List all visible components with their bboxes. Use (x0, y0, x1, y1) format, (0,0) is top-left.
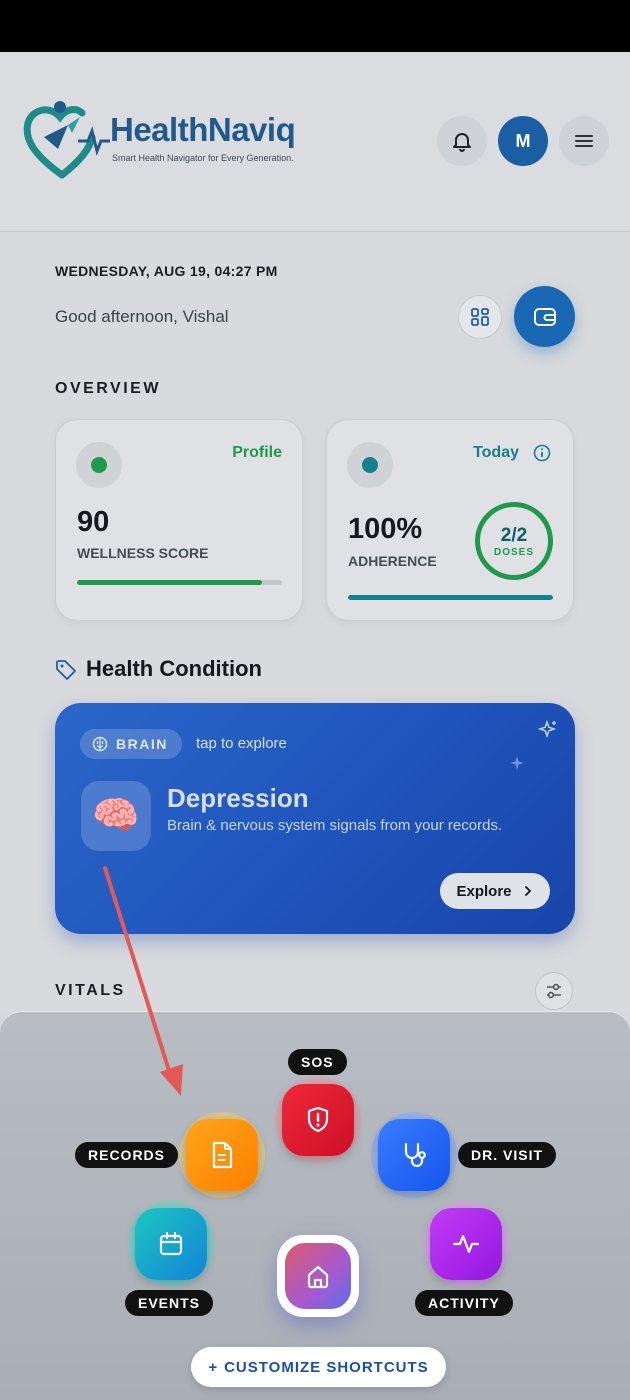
condition-name: Depression (167, 783, 309, 813)
bell-icon (453, 133, 471, 152)
plus-icon: + (208, 1358, 219, 1376)
sliders-icon (547, 983, 561, 999)
brand-name-part2: Naviq (207, 111, 296, 148)
brand-tagline: Smart Health Navigator for Every Generat… (112, 153, 294, 163)
hamburger-icon (575, 135, 593, 147)
activity-label: ACTIVITY (415, 1290, 513, 1316)
category-chip-label: BRAIN (116, 736, 168, 752)
dr-visit-label: DR. VISIT (458, 1142, 557, 1168)
app-header: HealthNaviq Smart Health Navigator for E… (0, 52, 630, 232)
sos-button[interactable] (275, 1077, 361, 1163)
doses-value: 2/2 (500, 524, 528, 546)
shield-alert-icon (307, 1106, 329, 1133)
brand-name-part1: Health (110, 111, 208, 148)
category-chip: BRAIN (80, 729, 182, 759)
activity-button[interactable] (423, 1201, 509, 1287)
heart-compass-icon (23, 101, 110, 179)
doses-label: DOSES (493, 546, 534, 558)
small-sparkle-icon (510, 756, 524, 770)
records-button[interactable] (179, 1112, 265, 1198)
info-icon[interactable] (533, 444, 551, 462)
customize-shortcuts-button[interactable]: + CUSTOMIZE SHORTCUTS (191, 1347, 446, 1387)
menu-button[interactable] (559, 116, 609, 166)
wellness-status-dot (76, 442, 122, 488)
brain-outline-icon (92, 736, 108, 752)
calendar-icon (159, 1231, 183, 1256)
stethoscope-icon (404, 1142, 426, 1168)
dashboard-main: WEDNESDAY, AUG 19, 04:27 PM Good afterno… (0, 233, 630, 1013)
tag-icon (56, 660, 76, 680)
home-icon (307, 1265, 329, 1289)
adherence-value: 100% (348, 513, 423, 545)
activity-pulse-icon (452, 1234, 480, 1254)
wellness-tag: Profile (232, 444, 282, 461)
adherence-status-dot (347, 442, 393, 488)
adherence-tag: Today (473, 444, 519, 461)
notifications-button[interactable] (437, 116, 487, 166)
doses-ring: 2/2 DOSES (475, 502, 553, 580)
sos-label: SOS (288, 1049, 347, 1075)
explore-button[interactable]: Explore (440, 873, 550, 909)
vitals-settings-button[interactable] (535, 972, 573, 1010)
wellness-progress-fill (77, 580, 262, 585)
grid-icon (471, 308, 489, 326)
vitals-title: VITALS (55, 982, 126, 999)
sparkle-icon (537, 719, 557, 739)
home-button[interactable] (277, 1235, 359, 1317)
wellness-card[interactable]: Profile 90 WELLNESS SCORE (55, 419, 303, 621)
records-label: RECORDS (75, 1142, 179, 1168)
events-button[interactable] (128, 1201, 214, 1287)
wellness-value: 90 (77, 506, 110, 538)
overview-title: OVERVIEW (55, 380, 161, 397)
dr-visit-button[interactable] (371, 1112, 457, 1198)
customize-label: CUSTOMIZE SHORTCUTS (224, 1358, 429, 1376)
document-icon (212, 1141, 233, 1169)
wellness-label: WELLNESS SCORE (77, 545, 209, 561)
wellness-progress-bar (77, 580, 282, 585)
current-datetime: WEDNESDAY, AUG 19, 04:27 PM (55, 263, 278, 279)
brand-name: HealthNaviq (110, 111, 296, 149)
avatar[interactable]: M (498, 116, 548, 166)
adherence-progress-fill (348, 595, 553, 600)
wallet-icon (533, 307, 556, 326)
wallet-button[interactable] (514, 286, 575, 347)
tap-hint: tap to explore (196, 735, 287, 752)
greeting: Good afternoon, Vishal (55, 307, 229, 326)
explore-label: Explore (456, 882, 512, 900)
chevron-right-icon (524, 886, 531, 896)
brain-emoji-icon: 🧠 (81, 781, 151, 851)
events-label: EVENTS (125, 1290, 214, 1316)
adherence-label: ADHERENCE (348, 553, 437, 569)
health-condition-title: Health Condition (86, 656, 262, 681)
health-condition-card[interactable]: BRAIN tap to explore 🧠 Depression Brain … (55, 703, 575, 934)
adherence-progress-bar (348, 595, 553, 600)
adherence-card[interactable]: Today 100% ADHERENCE 2/2 DOSES (326, 419, 574, 621)
status-bar (0, 0, 630, 52)
condition-description: Brain & nervous system signals from your… (167, 817, 503, 834)
layout-grid-button[interactable] (458, 295, 502, 339)
brand-logo[interactable]: HealthNaviq Smart Health Navigator for E… (22, 97, 302, 182)
